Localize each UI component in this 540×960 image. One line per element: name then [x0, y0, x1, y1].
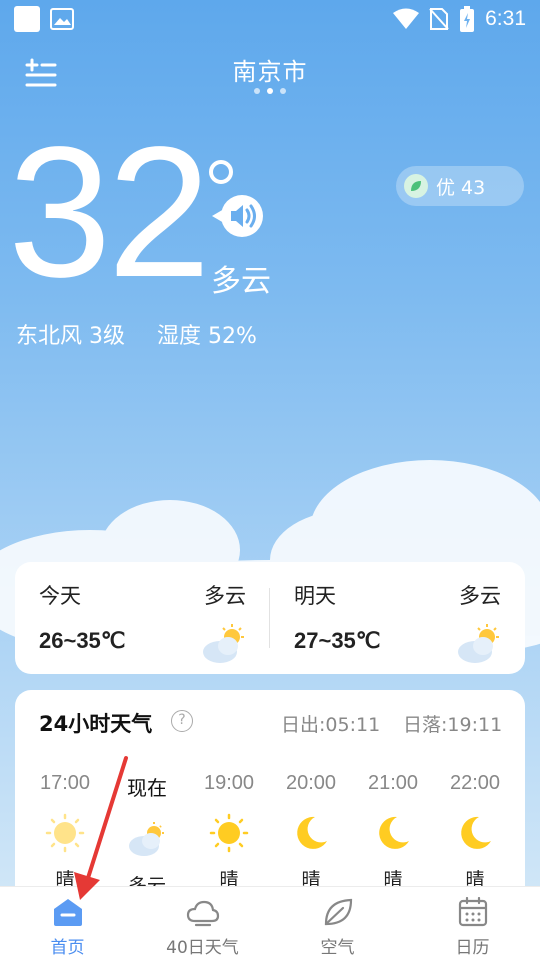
tab-calendar[interactable]: 日历 — [405, 887, 540, 960]
home-icon — [53, 899, 82, 926]
wind-humidity-row: 东北风 3级 湿度 52% — [16, 318, 257, 350]
cloud-icon — [186, 900, 219, 927]
hour-time: 17:00 — [39, 772, 91, 794]
wind-text: 东北风 3级 — [16, 324, 125, 349]
day-condition: 多云 — [204, 584, 246, 608]
tab-air[interactable]: 空气 — [270, 887, 405, 960]
hour-time: 19:00 — [203, 772, 255, 794]
hour-item[interactable]: 17:00 晴 — [24, 772, 106, 892]
leaf-icon — [324, 898, 352, 926]
calendar-icon — [458, 897, 487, 927]
moon-icon — [297, 816, 327, 849]
day-condition: 多云 — [459, 584, 501, 608]
day-today[interactable]: 今天 多云 26~35℃ — [15, 562, 270, 674]
sunset-time: 日落:19:11 — [403, 714, 503, 736]
hour-time: 22:00 — [449, 772, 501, 794]
help-icon[interactable]: ? — [171, 710, 193, 732]
degree-symbol — [209, 160, 233, 184]
daily-forecast-card[interactable]: 今天 多云 26~35℃ 明天 多云 27~35℃ — [15, 562, 525, 674]
battery-icon — [460, 6, 475, 32]
moon-icon — [461, 816, 491, 849]
humidity-text: 湿度 52% — [157, 324, 257, 349]
day-name: 明天 — [294, 584, 336, 608]
header: 南京市 — [0, 50, 540, 100]
moon-icon — [379, 816, 409, 849]
page-dot — [280, 88, 286, 94]
leaf-icon — [404, 174, 428, 198]
voice-broadcast-icon[interactable] — [212, 192, 264, 240]
wifi-icon — [393, 8, 420, 29]
city-name[interactable]: 南京市 — [0, 52, 540, 87]
aqi-badge[interactable]: 优 43 — [396, 166, 524, 206]
current-condition: 多云 — [211, 264, 271, 299]
hour-time: 21:00 — [367, 772, 419, 794]
tab-label: 40日天气 — [166, 938, 239, 958]
page-dot — [254, 88, 260, 94]
day-temp-range: 26~35℃ — [39, 628, 126, 653]
hour-item[interactable]: 22:00 晴 — [434, 772, 516, 892]
partly-cloudy-icon — [458, 624, 499, 663]
sun-pale-icon — [45, 813, 85, 853]
partly-cloudy-icon — [203, 624, 244, 663]
day-temp-range: 27~35℃ — [294, 628, 381, 653]
sun-icon — [209, 813, 249, 853]
aqi-value: 优 43 — [436, 176, 486, 199]
tab-40-day-weather[interactable]: 40日天气 — [135, 887, 270, 960]
no-sim-icon — [429, 8, 449, 30]
current-temperature: 32 — [8, 109, 211, 316]
status-bar: 6:31 — [0, 0, 540, 38]
bottom-tab-bar: 首页 40日天气 空气 日历 — [0, 886, 540, 960]
day-name: 今天 — [39, 584, 81, 608]
tab-home[interactable]: 首页 — [0, 887, 135, 960]
page-dot-active — [267, 88, 273, 94]
sunrise-time: 日出:05:11 — [281, 714, 381, 736]
hour-item[interactable]: 20:00 晴 — [270, 772, 352, 892]
tab-label: 日历 — [455, 938, 490, 958]
page-indicator — [0, 88, 540, 94]
day-tomorrow[interactable]: 明天 多云 27~35℃ — [270, 562, 525, 674]
hour-time: 现在 — [127, 776, 167, 800]
partly-cloudy-icon — [129, 822, 164, 856]
hour-item-now[interactable]: 现在 多云 — [106, 772, 188, 898]
image-icon — [50, 8, 74, 30]
notification-icon — [14, 6, 40, 32]
tab-label: 首页 — [50, 938, 85, 958]
tab-label: 空气 — [320, 938, 355, 958]
hour-item[interactable]: 21:00 晴 — [352, 772, 434, 892]
hour-item[interactable]: 19:00 晴 — [188, 772, 270, 892]
clock: 6:31 — [485, 7, 526, 30]
hour-time: 20:00 — [285, 772, 337, 794]
hourly-title: 24小时天气 — [39, 712, 153, 736]
